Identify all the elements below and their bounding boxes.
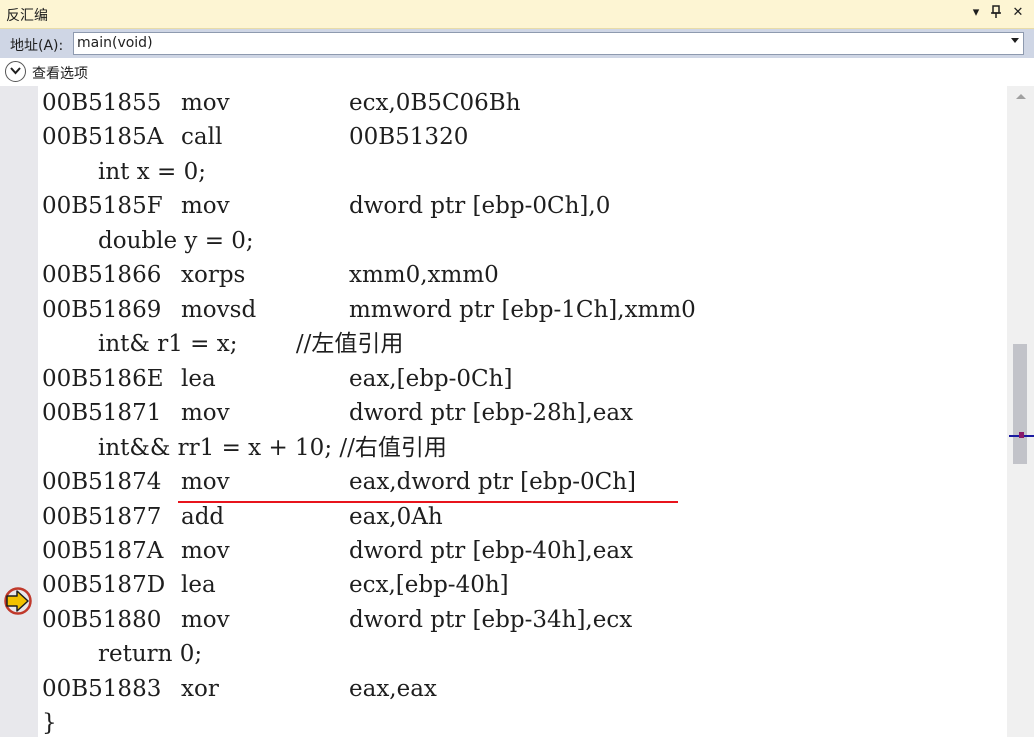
- instruction-address: 00B51880: [42, 607, 162, 633]
- source-text: int& r1 = x; //左值引用: [98, 331, 404, 357]
- instruction-mnemonic: call: [181, 124, 223, 150]
- address-combobox[interactable]: main(void): [73, 32, 1024, 55]
- breakpoint-gutter[interactable]: [0, 86, 38, 737]
- instruction-operands: dword ptr [ebp-34h],ecx: [349, 607, 633, 633]
- instruction-operands: dword ptr [ebp-0Ch],0: [349, 193, 611, 219]
- instruction-mnemonic: mov: [181, 90, 230, 116]
- instruction-mnemonic: mov: [181, 607, 230, 633]
- instruction-operands: dword ptr [ebp-28h],eax: [349, 400, 634, 426]
- title-bar: 反汇编 ▾ ✕: [0, 0, 1034, 29]
- instruction-operands: eax,eax: [349, 676, 437, 702]
- view-options-bar: 查看选项: [0, 58, 1034, 86]
- instruction-address: 00B5187A: [42, 538, 164, 564]
- instruction-operands: eax,[ebp-0Ch]: [349, 366, 513, 392]
- instruction-address: 00B51877: [42, 504, 162, 530]
- source-text: }: [42, 710, 57, 736]
- instruction-address: 00B51871: [42, 400, 162, 426]
- instruction-operands: eax,0Ah: [349, 504, 443, 530]
- source-text: int x = 0;: [98, 159, 206, 185]
- instruction-address: 00B5187D: [42, 572, 166, 598]
- address-bar: 地址(A): main(void): [0, 29, 1034, 58]
- disassembly-code-area[interactable]: 00B51855 mov ecx,0B5C06Bh 00B5185A call 00B5…: [38, 86, 1007, 737]
- instruction-pointer-arrow-icon[interactable]: [3, 587, 33, 615]
- window-menu-dropdown-icon[interactable]: ▾: [968, 5, 984, 21]
- instruction-mnemonic: mov: [181, 193, 230, 219]
- instruction-mnemonic: lea: [181, 366, 216, 392]
- instruction-address: 00B5185A: [42, 124, 164, 150]
- scroll-up-arrow-icon[interactable]: [1016, 94, 1026, 99]
- instruction-mnemonic: xor: [181, 676, 219, 702]
- source-text: double y = 0;: [98, 228, 254, 254]
- instruction-operands: eax,dword ptr [ebp-0Ch]: [349, 469, 636, 495]
- close-icon[interactable]: ✕: [1010, 5, 1026, 21]
- window-title: 反汇编: [6, 8, 48, 24]
- instruction-address: 00B51855: [42, 90, 162, 116]
- chevron-down-icon: [10, 67, 21, 75]
- instruction-address: 00B51874: [42, 469, 162, 495]
- instruction-address: 00B5185F: [42, 193, 163, 219]
- address-input[interactable]: main(void): [77, 35, 153, 51]
- instruction-address: 00B51866: [42, 262, 162, 288]
- instruction-mnemonic: xorps: [181, 262, 246, 288]
- vertical-scrollbar[interactable]: [1007, 86, 1034, 737]
- instruction-mnemonic: mov: [181, 469, 230, 495]
- instruction-mnemonic: add: [181, 504, 225, 530]
- scrollbar-thumb[interactable]: [1013, 344, 1027, 464]
- instruction-mnemonic: lea: [181, 572, 216, 598]
- instruction-address: 00B51869: [42, 297, 162, 323]
- instruction-operands: 00B51320: [349, 124, 469, 150]
- instruction-operands: ecx,0B5C06Bh: [349, 90, 521, 116]
- source-text: return 0;: [98, 641, 203, 667]
- expand-options-button[interactable]: [5, 61, 26, 82]
- instruction-operands: xmm0,xmm0: [349, 262, 499, 288]
- instruction-mnemonic: movsd: [181, 297, 257, 323]
- instruction-operands: ecx,[ebp-40h]: [349, 572, 509, 598]
- scrollbar-marker-dot: [1019, 432, 1024, 438]
- instruction-address: 00B5186E: [42, 366, 164, 392]
- source-text: int&& rr1 = x + 10; //右值引用: [98, 435, 447, 461]
- instruction-operands: dword ptr [ebp-40h],eax: [349, 538, 634, 564]
- instruction-mnemonic: mov: [181, 400, 230, 426]
- address-label: 地址(A):: [10, 38, 64, 54]
- instruction-operands: mmword ptr [ebp-1Ch],xmm0: [349, 297, 696, 323]
- instruction-mnemonic: mov: [181, 538, 230, 564]
- chevron-down-icon[interactable]: [1011, 38, 1019, 43]
- view-options-label[interactable]: 查看选项: [32, 63, 88, 83]
- pin-icon[interactable]: [988, 5, 1004, 21]
- source-line: }: [42, 706, 57, 737]
- instruction-address: 00B51883: [42, 676, 162, 702]
